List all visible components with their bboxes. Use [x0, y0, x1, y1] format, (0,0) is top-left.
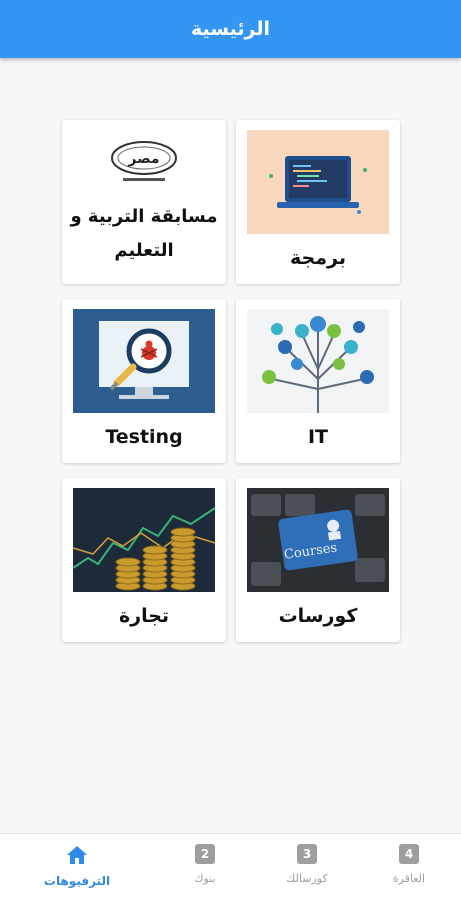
contest-logo: مصر: [73, 130, 215, 188]
home-icon: [67, 846, 87, 864]
card-trade[interactable]: تجارة: [62, 478, 226, 642]
number-2-icon: 2: [195, 844, 215, 864]
laptop-code-image: [247, 130, 389, 234]
card-programming[interactable]: برمجة: [236, 120, 400, 284]
card-courses[interactable]: Courses كورسات: [236, 478, 400, 642]
nav-item-other[interactable]: 4 العاقرة: [359, 844, 459, 894]
app-bar: الرئيسية: [0, 0, 461, 58]
nav-label-home: الترفيوهات: [43, 874, 111, 888]
card-label: Testing: [105, 426, 183, 448]
card-label: IT: [307, 426, 329, 448]
card-it[interactable]: IT: [236, 299, 400, 463]
card-label: كورسات: [278, 605, 358, 627]
card-testing[interactable]: Testing: [62, 299, 226, 463]
nav-label-banks: بنوك: [194, 872, 216, 885]
nav-label-other: العاقرة: [392, 872, 426, 885]
card-label: برمجة: [290, 247, 346, 269]
card-contest[interactable]: مصر مسابقة التربية و التعليم: [62, 120, 226, 284]
card-label: تجارة: [118, 605, 170, 627]
coins-chart-image: [73, 488, 215, 592]
bug-testing-image: [73, 309, 215, 413]
nav-item-courses[interactable]: 3 كورسالك: [257, 844, 357, 894]
page-title: الرئيسية: [191, 18, 270, 40]
nav-item-banks[interactable]: 2 بنوك: [155, 844, 255, 894]
number-3-icon: 3: [297, 844, 317, 864]
keyboard-courses-image: Courses: [247, 488, 389, 592]
nav-item-home[interactable]: الترفيوهات: [27, 844, 127, 894]
number-4-icon: 4: [399, 844, 419, 864]
svg-text:مصر: مصر: [127, 151, 159, 167]
it-tree-image: [247, 309, 389, 413]
nav-label-courses: كورسالك: [286, 872, 328, 885]
card-label: مسابقة التربية و التعليم: [70, 206, 218, 261]
bottom-navigation: الترفيوهات 2 بنوك 3 كورسالك 4 العاقرة: [0, 833, 461, 900]
